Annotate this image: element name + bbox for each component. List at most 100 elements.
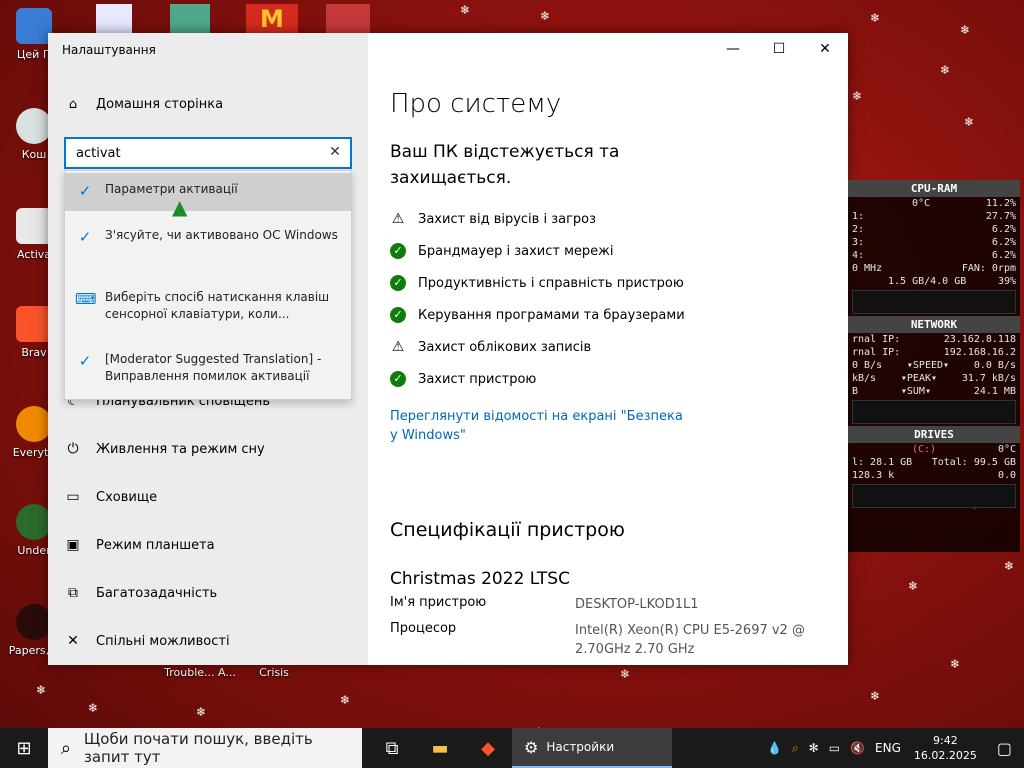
clock-date: 16.02.2025 <box>913 749 977 762</box>
cpu-freq: 0 MHz <box>852 263 883 274</box>
security-item-firewall: ✓ Брандмауер і захист мережі <box>390 243 613 259</box>
fan-speed: FAN: 0rpm <box>961 263 1016 274</box>
core-value: 6.2% <box>991 237 1016 248</box>
spec-key: Процесор <box>390 621 457 636</box>
desktop-icon-crisis[interactable]: Crisis <box>244 666 304 679</box>
suggestion-label: З'ясуйте, чи активовано ОС Windows <box>105 228 338 242</box>
brave-taskbar-button[interactable]: ◆ <box>464 728 512 768</box>
window-title: Налаштування <box>62 43 156 57</box>
check-circle-icon: ✓ <box>78 228 92 246</box>
sum-label: ▾SUM▾ <box>900 386 931 397</box>
desktop-icon-top-4[interactable] <box>326 4 370 34</box>
suggestion-item[interactable]: ✓ Параметри активації <box>65 173 351 211</box>
drives-header: DRIVES <box>848 426 1020 443</box>
suggestion-item[interactable]: ✓ З'ясуйте, чи активовано ОС Windows <box>65 219 351 271</box>
check-icon: ✓ <box>390 243 406 259</box>
close-button[interactable]: ✕ <box>802 37 848 61</box>
suggestion-item[interactable]: ⌨ Виберіть спосіб натискання клавіш сенс… <box>65 281 351 333</box>
christmas-tree-cursor-icon: ▲ <box>172 195 188 219</box>
nav-item-tablet[interactable]: ▣ Режим планшета <box>64 537 215 553</box>
core-label: 2: <box>852 224 865 235</box>
desktop-icon-top-2[interactable] <box>170 4 210 34</box>
desktop-icon-trouble[interactable]: Trouble... A... <box>160 666 240 679</box>
nav-label: Сховище <box>96 489 158 505</box>
file-explorer-button[interactable]: ▬ <box>416 728 464 768</box>
spec-value: Intel(R) Xeon(R) CPU E5-2697 v2 @ 2.70GH… <box>575 623 805 657</box>
nav-item-shared[interactable]: ✕ Спільні можливості <box>64 633 230 649</box>
peak-down: kB/s <box>852 373 877 384</box>
peak-up: 31.7 kB/s <box>961 373 1016 384</box>
warning-icon: ⚠ <box>391 339 405 355</box>
security-label: Керування програмами та браузерами <box>418 307 685 323</box>
core-value: 6.2% <box>991 250 1016 261</box>
drive-letter: (C:) <box>912 444 937 455</box>
power-icon: ⏻ <box>67 441 79 457</box>
network-icon[interactable]: ✻ <box>804 741 824 755</box>
minimize-button[interactable]: — <box>710 37 756 61</box>
sum-up: 24.1 MB <box>973 386 1016 397</box>
settings-content: — ☐ ✕ Про систему Ваш ПК відстежується т… <box>368 33 848 665</box>
nav-label: Багатозадачність <box>96 585 218 601</box>
windows-edition: Christmas 2022 LTSC <box>390 569 570 589</box>
drive-temp: 0°C <box>997 444 1016 455</box>
security-label: Захист пристрою <box>418 371 537 387</box>
search-tray-icon[interactable]: ⌕ <box>787 741 804 756</box>
search-input[interactable] <box>66 139 306 167</box>
network-header: NETWORK <box>848 316 1020 333</box>
tablet-icon: ▣ <box>66 537 80 553</box>
nav-item-multitasking[interactable]: ⧉ Багатозадачність <box>64 585 217 601</box>
warning-icon: ⚠ <box>391 211 405 227</box>
notifications-icon[interactable]: ▢ <box>985 739 1024 758</box>
nav-item-storage[interactable]: ▭ Сховище <box>64 489 157 505</box>
nav-label: Спільні можливості <box>96 633 230 649</box>
taskbar-app-label: Настройки <box>546 740 615 754</box>
suggestion-label: Виберіть спосіб натискання клавіш сенсор… <box>105 290 330 321</box>
ram-percent: 39% <box>997 276 1016 287</box>
search-suggestions: ✓ Параметри активації ✓ З'ясуйте, чи акт… <box>64 170 352 400</box>
taskbar: ⊞ ⌕ Щоби почати пошук, введіть запит тут… <box>0 728 1024 768</box>
suggestion-item[interactable]: ✓ [Moderator Suggested Translation] - Ви… <box>65 343 351 395</box>
security-item-virus: ⚠ Захист від вірусів і загроз <box>390 211 596 227</box>
desktop-icon-top-1[interactable] <box>96 4 132 34</box>
clear-search-icon[interactable]: ✕ <box>326 143 344 161</box>
spec-row-processor: Процесор Intel(R) Xeon(R) CPU E5-2697 v2… <box>390 621 810 659</box>
start-button[interactable]: ⊞ <box>0 728 48 768</box>
language-indicator[interactable]: ENG <box>870 741 906 755</box>
check-icon: ✓ <box>390 371 406 387</box>
desktop-icon-mcdonalds[interactable]: M <box>246 4 298 34</box>
taskbar-search[interactable]: ⌕ Щоби почати пошук, введіть запит тут <box>48 728 362 768</box>
taskbar-app-settings[interactable]: ⚙ Настройки <box>512 728 672 768</box>
shared-experiences-icon: ✕ <box>67 633 79 649</box>
task-view-button[interactable]: ⧉ <box>368 728 416 768</box>
system-tray: 💧 ⌕ ✻ ▭ 🔇 ENG 9:42 16.02.2025 ▢ <box>762 728 1024 768</box>
drive-graph <box>852 484 1016 508</box>
core-value: 6.2% <box>991 224 1016 235</box>
spec-key: Ім'я пристрою <box>390 595 487 610</box>
security-item-device: ✓ Захист пристрою <box>390 371 536 387</box>
settings-sidebar: Налаштування ⌂ Домашня сторінка ✕ ☾ План… <box>48 33 368 665</box>
drive-used: l: 28.1 GB <box>852 457 913 468</box>
clock[interactable]: 9:42 16.02.2025 <box>906 733 985 763</box>
clock-time: 9:42 <box>933 734 958 747</box>
internal-ip: 192.168.16.2 <box>943 347 1016 358</box>
maximize-button[interactable]: ☐ <box>756 37 802 61</box>
security-details-link[interactable]: Переглянути відомості на екрані "Безпека… <box>390 407 690 445</box>
nav-label: Режим планшета <box>96 537 215 553</box>
spec-row-device-name: Ім'я пристрою DESKTOP-LKOD1L1 <box>390 595 810 614</box>
drop-icon[interactable]: 💧 <box>762 741 787 755</box>
cpu-temp: 0°C <box>912 198 931 209</box>
cpu-ram-header: CPU-RAM <box>848 180 1020 197</box>
nav-home[interactable]: ⌂ Домашня сторінка <box>64 97 223 112</box>
search-box[interactable]: ✕ <box>64 137 352 169</box>
security-label: Брандмауер і захист мережі <box>418 243 614 259</box>
system-monitor-gadget: CPU-RAM 0°C 11.2% 1: 27.7% 2: 6.2% 3: 6.2% 4… <box>848 180 1020 552</box>
drive-total: Total: 99.5 GB <box>931 457 1016 468</box>
nav-home-label: Домашня сторінка <box>96 97 224 112</box>
brave-icon: ◆ <box>481 737 495 759</box>
display-icon[interactable]: ▭ <box>824 741 845 755</box>
home-icon: ⌂ <box>68 97 78 112</box>
volume-icon[interactable]: 🔇 <box>845 741 870 755</box>
storage-icon: ▭ <box>66 489 80 505</box>
nav-item-power[interactable]: ⏻ Живлення та режим сну <box>64 441 264 457</box>
search-icon: ⌕ <box>60 737 71 759</box>
